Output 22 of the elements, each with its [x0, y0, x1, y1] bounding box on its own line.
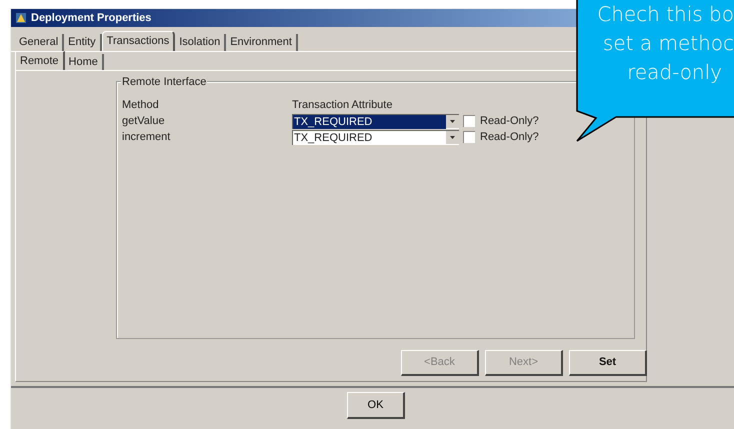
callout-text: set a methoc: [602, 30, 734, 57]
app-icon: [15, 12, 27, 24]
method-name: increment: [122, 130, 172, 145]
checkbox[interactable]: [463, 131, 475, 143]
attribute-dropdown[interactable]: TX_REQUIRED: [292, 114, 459, 128]
callout-text: Chech this bo: [597, 1, 734, 28]
callout-text: read-only: [627, 59, 722, 86]
method-name: getValue: [122, 114, 166, 129]
checkbox-label: Read-Only?: [480, 114, 539, 129]
wizard-button[interactable]: Set: [569, 350, 647, 376]
checkbox-label: Read-Only?: [480, 130, 539, 145]
attribute-dropdown[interactable]: TX_REQUIRED: [292, 130, 459, 144]
column-header: Method: [122, 98, 160, 114]
checkbox[interactable]: [463, 115, 475, 127]
ok-button[interactable]: OK: [347, 392, 405, 419]
tab[interactable]: Transactions: [102, 31, 176, 51]
tab[interactable]: Environment: [226, 34, 298, 51]
column-header: Transaction Attribute: [292, 98, 392, 114]
tab[interactable]: Home: [64, 54, 104, 70]
tab[interactable]: Isolation: [175, 34, 226, 51]
window-title: Deployment Properties: [31, 10, 152, 26]
tab[interactable]: Remote: [15, 51, 65, 70]
